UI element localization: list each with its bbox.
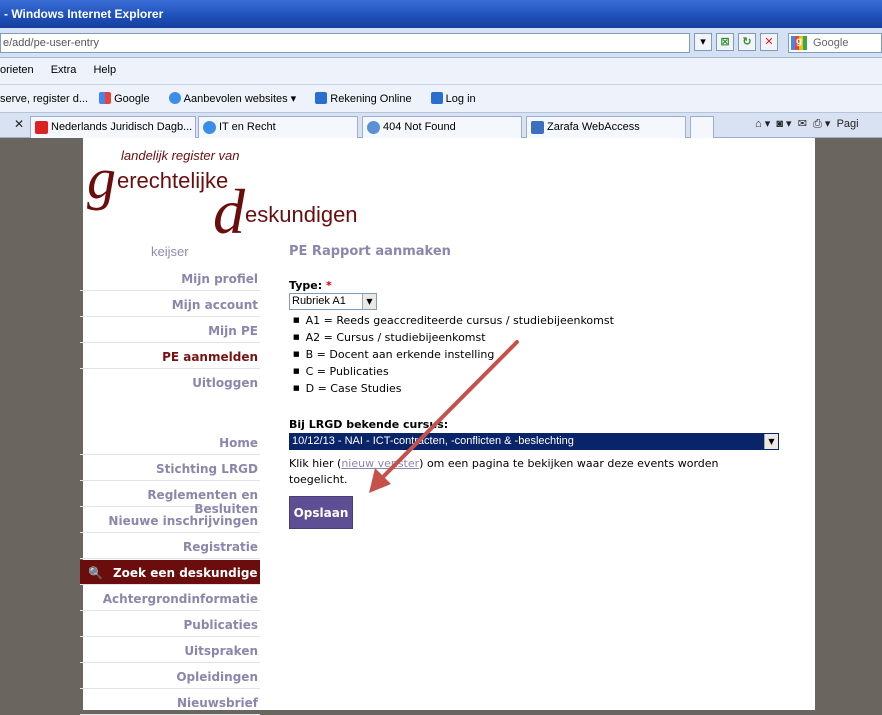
- ie-page-icon: [430, 92, 443, 104]
- favorites-bar: serve, register d... Google Aanbevolen w…: [0, 84, 882, 112]
- web-page: landelijk register van g erechtelijke d …: [80, 138, 815, 715]
- search-provider: Google: [813, 37, 849, 49]
- feeds-icon[interactable]: ◙ ▾: [776, 118, 791, 130]
- ie-icon: [203, 121, 216, 134]
- site-icon: [35, 121, 48, 134]
- url-input[interactable]: e/add/pe-user-entry: [0, 33, 690, 53]
- print-icon[interactable]: ⎙ ▾: [813, 118, 830, 130]
- google-icon: [99, 92, 112, 104]
- tab-bar: ✕ Nederlands Juridisch Dagb... IT en Rec…: [0, 112, 882, 138]
- fav-item-google[interactable]: Google: [99, 92, 157, 105]
- home-icon[interactable]: ⌂ ▾: [755, 118, 770, 130]
- window-title: - Windows Internet Explorer: [0, 0, 882, 28]
- tab-zarafa[interactable]: Zarafa WebAccess: [526, 116, 686, 138]
- page-menu[interactable]: Pagi: [837, 118, 859, 130]
- globe-icon: [367, 121, 380, 134]
- ie-page-icon: [315, 92, 328, 104]
- address-bar: e/add/pe-user-entry ▾ ⊠ ↻ ✕ g Google: [0, 28, 882, 58]
- tab-it-en-recht[interactable]: IT en Recht: [198, 116, 358, 138]
- zarafa-icon: [531, 121, 544, 134]
- browser-viewport: landelijk register van g erechtelijke d …: [8, 138, 882, 715]
- fav-item-aanbevolen[interactable]: Aanbevolen websites ▾: [168, 92, 305, 105]
- menu-extra[interactable]: Extra: [51, 64, 77, 76]
- stop-icon[interactable]: ✕: [760, 33, 778, 51]
- fav-item-reserve[interactable]: serve, register d...: [0, 93, 88, 105]
- close-icon[interactable]: ✕: [14, 117, 24, 131]
- annotation-arrow: [369, 340, 519, 493]
- arrow-shaft: [377, 340, 519, 483]
- tab-juridisch[interactable]: Nederlands Juridisch Dagb...: [30, 116, 196, 138]
- dropdown-icon[interactable]: ▾: [694, 33, 712, 51]
- refresh-icon[interactable]: ↻: [738, 33, 756, 51]
- mail-icon[interactable]: ✉: [798, 118, 807, 130]
- menu-help[interactable]: Help: [93, 64, 116, 76]
- fav-item-rekening[interactable]: Rekening Online: [315, 92, 419, 105]
- menu-bar: orieten Extra Help: [0, 58, 882, 84]
- search-input[interactable]: g Google: [788, 33, 882, 53]
- ie-icon: [168, 92, 181, 104]
- fav-item-login[interactable]: Log in: [430, 92, 484, 105]
- google-icon: g: [791, 36, 807, 50]
- new-tab-button[interactable]: [690, 116, 714, 138]
- command-bar: ⌂ ▾ ◙ ▾ ✉ ⎙ ▾ Pagi: [755, 117, 859, 131]
- tab-404[interactable]: 404 Not Found: [362, 116, 522, 138]
- compatibility-icon[interactable]: ⊠: [716, 33, 734, 51]
- menu-favorites[interactable]: orieten: [0, 64, 34, 76]
